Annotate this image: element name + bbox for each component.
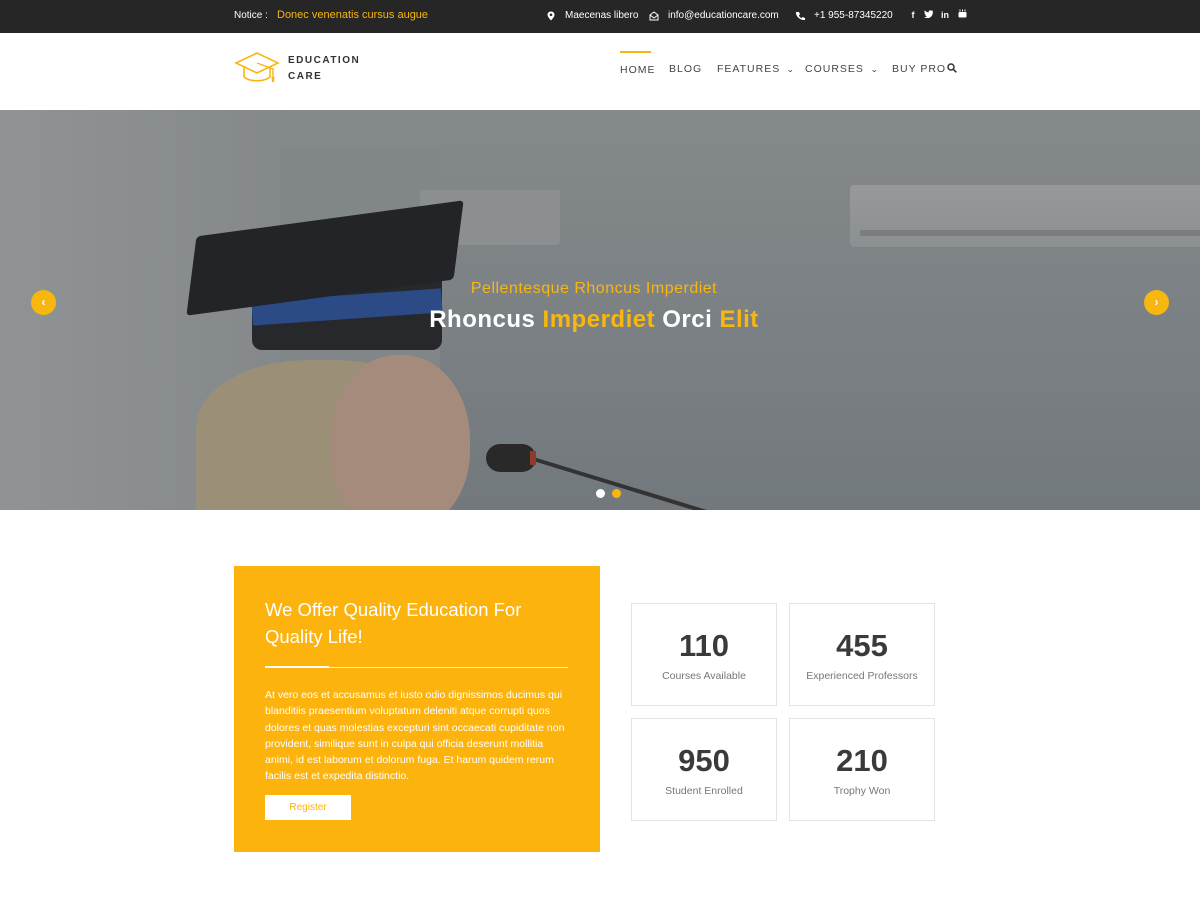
email-text[interactable]: info@educationcare.com — [668, 10, 779, 21]
nav-active-indicator — [620, 51, 651, 53]
stat-label: Experienced Professors — [806, 670, 918, 682]
nav-buy-pro[interactable]: BUY PRO — [892, 63, 946, 75]
youtube-icon[interactable] — [957, 9, 967, 21]
map-marker-icon — [547, 11, 555, 20]
offer-body: At vero eos et accusamus et iusto odio d… — [265, 689, 565, 783]
stat-label: Courses Available — [662, 670, 746, 682]
stat-card-students: 950 Student Enrolled — [631, 718, 777, 821]
stat-value: 110 — [678, 628, 729, 663]
chevron-down-icon: ⌄ — [786, 64, 796, 74]
location-text: Maecenas libero — [565, 10, 639, 21]
nav-features-label: FEATURES — [717, 63, 781, 75]
nav-home[interactable]: HOME — [620, 64, 656, 76]
stat-card-professors: 455 Experienced Professors — [789, 603, 935, 706]
location-info: Maecenas libero — [546, 10, 638, 21]
offer-box: We Offer Quality Education For Quality L… — [234, 566, 600, 852]
hero-title-word-3: Orci — [662, 306, 713, 333]
graduation-cap-logo-icon — [234, 52, 280, 82]
phone-info[interactable]: +1 955-87345220 — [795, 10, 893, 21]
nav-buy-pro-label: BUY PRO — [892, 63, 947, 75]
envelope-icon — [649, 10, 659, 20]
logo-line-1: EDUCATION — [288, 55, 361, 66]
nav-courses[interactable]: COURSES ⌄ — [805, 63, 879, 75]
stat-label: Trophy Won — [833, 785, 891, 797]
slider-dot-2[interactable] — [612, 489, 621, 498]
hero-title-word-1: Rhoncus — [429, 306, 536, 333]
stat-value: 950 — [678, 743, 730, 778]
logo-text: EDUCATION CARE — [288, 53, 360, 85]
hero-title-word-2: Imperdiet — [542, 306, 656, 333]
site-header: EDUCATION CARE HOME BLOG FEATURES ⌄ COUR… — [0, 33, 1200, 110]
top-bar: Notice : Donec venenatis cursus augue Ma… — [0, 0, 1200, 33]
slider-prev-button[interactable]: ‹ — [31, 290, 56, 315]
facebook-icon[interactable]: f — [909, 9, 917, 21]
nav-blog-label: BLOG — [669, 63, 703, 75]
hero-title-word-4: Elit — [719, 306, 759, 333]
logo-line-2: CARE — [288, 71, 323, 82]
offer-heading: We Offer Quality Education For Quality L… — [265, 599, 522, 647]
stat-card-courses: 110 Courses Available — [631, 603, 777, 706]
hero-title: Rhoncus Imperdiet Orci Elit — [0, 306, 1188, 334]
nav-features[interactable]: FEATURES ⌄ — [717, 63, 795, 75]
search-icon[interactable] — [947, 63, 957, 73]
stat-value: 455 — [836, 628, 888, 663]
stat-label: Student Enrolled — [665, 785, 743, 797]
nav-home-label: HOME — [620, 64, 656, 76]
slider-dot-1[interactable] — [596, 489, 605, 498]
hero-subtitle: Pellentesque Rhoncus Imperdiet — [470, 280, 718, 297]
stat-value: 210 — [836, 743, 888, 778]
chevron-down-icon: ⌄ — [870, 64, 880, 74]
phone-icon — [795, 11, 805, 20]
offer-divider-accent — [265, 666, 329, 668]
notice-label: Notice : — [234, 10, 268, 21]
stat-card-trophies: 210 Trophy Won — [789, 718, 935, 821]
twitter-icon[interactable] — [923, 9, 933, 21]
nav-courses-label: COURSES — [805, 63, 864, 75]
linkedin-icon[interactable]: in — [940, 9, 950, 21]
register-button[interactable]: Register — [265, 795, 351, 820]
hero-slider: Pellentesque Rhoncus Imperdiet Rhoncus I… — [0, 110, 1200, 510]
phone-text[interactable]: +1 955-87345220 — [814, 10, 893, 21]
notice-text[interactable]: Donec venenatis cursus augue — [277, 9, 428, 21]
site-logo[interactable]: EDUCATION CARE — [234, 51, 360, 87]
nav-blog[interactable]: BLOG — [669, 63, 702, 75]
email-info[interactable]: info@educationcare.com — [649, 10, 779, 21]
slider-next-button[interactable]: › — [1144, 290, 1169, 315]
